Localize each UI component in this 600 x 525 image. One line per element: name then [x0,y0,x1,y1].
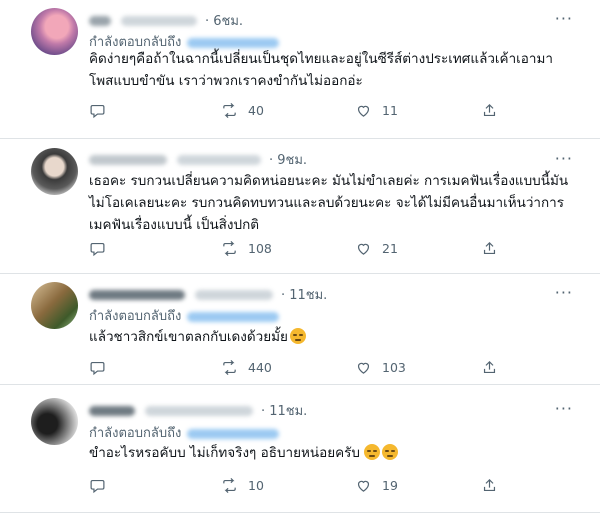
heart-icon [357,362,370,374]
like-button[interactable]: 19 [355,477,398,494]
handle-blurred[interactable] [176,154,261,165]
avatar[interactable] [31,148,78,195]
reply-icon [90,479,105,494]
reply-icon [90,242,105,257]
replying-to-label: กำลังตอบกลับถึง [89,426,182,441]
display-name-blurred[interactable] [89,154,167,165]
share-button[interactable] [481,102,498,119]
tweet-text: ขำอะไรหรอคับบ ไม่เก็ทจริงๆ อธิบายหน่อยคร… [89,442,569,464]
tired-face-icon [382,444,399,460]
tweet-text-content: แล้วชาวสิกข์เขาตลกกับเดงด้วยมั้ย [89,329,288,345]
replying-to: กำลังตอบกลับถึง [89,422,280,443]
reply-button[interactable] [89,359,106,376]
timestamp[interactable]: · 11ชม. [261,404,307,419]
reply-icon [90,361,105,376]
tweet-feed: · 6ชม. ··· กำลังตอบกลับถึง คิดง่ายๆคือถ้… [0,0,600,525]
retweet-count: 40 [248,103,264,118]
share-icon [483,241,496,255]
reply-handle-blurred[interactable] [187,37,280,48]
like-count: 11 [382,103,398,118]
tweet-text-content: ขำอะไรหรอคับบ ไม่เก็ทจริงๆ อธิบายหน่อยคร… [89,445,361,461]
reply-handle-blurred[interactable] [187,311,280,322]
like-button[interactable]: 11 [355,102,398,119]
more-icon[interactable]: ··· [555,401,573,417]
reply-handle-blurred[interactable] [187,428,280,439]
avatar[interactable] [31,8,78,55]
handle-blurred[interactable] [144,405,253,416]
tweet-header: · 9ชม. [89,149,307,170]
replying-to: กำลังตอบกลับถึง [89,305,280,326]
tweet-divider [0,512,600,513]
more-icon[interactable]: ··· [555,285,573,301]
tired-face-icon [364,444,381,460]
tweet-header: · 6ชม. [89,10,243,31]
handle-blurred[interactable] [194,289,273,300]
timestamp[interactable]: · 9ชม. [269,153,307,168]
tweet-text: เธอคะ รบกวนเปลี่ยนความคิดหน่อยนะคะ มันไม… [89,173,569,233]
retweet-icon [223,359,236,376]
tweet-header: · 11ชม. [89,400,307,421]
share-button[interactable] [481,359,498,376]
tweet-header: · 11ชม. [89,284,327,305]
reply-button[interactable] [89,240,106,257]
more-icon[interactable]: ··· [555,151,573,167]
like-count: 103 [382,360,406,375]
reply-button[interactable] [89,477,106,494]
avatar[interactable] [31,398,78,445]
like-count: 19 [382,478,398,493]
reply-button[interactable] [89,102,106,119]
tweet[interactable]: · 6ชม. ··· กำลังตอบกลับถึง คิดง่ายๆคือถ้… [0,0,600,138]
like-button[interactable]: 103 [355,359,406,376]
tweet-actions: 108 21 [89,240,509,260]
heart-icon [357,480,370,492]
display-name-blurred[interactable] [89,405,135,416]
timestamp[interactable]: · 11ชม. [281,288,327,303]
like-count: 21 [382,241,398,256]
like-button[interactable]: 21 [355,240,398,257]
share-icon [483,103,496,117]
retweet-icon [223,102,236,119]
tweet[interactable]: · 11ชม. ··· กำลังตอบกลับถึง แล้วชาวสิกข์… [0,274,600,384]
retweet-button[interactable]: 40 [221,102,264,119]
retweet-count: 10 [248,478,264,493]
heart-icon [357,243,370,255]
tweet-actions: 10 19 [89,477,509,497]
tweet-actions: 40 11 [89,102,509,122]
retweet-count: 108 [248,241,272,256]
retweet-icon [223,477,236,494]
tweet[interactable]: · 9ชม. ··· เธอคะ รบกวนเปลี่ยนความคิดหน่อ… [0,139,600,273]
timestamp[interactable]: · 6ชม. [205,14,243,29]
reply-icon [90,104,105,119]
retweet-icon [223,240,236,257]
share-icon [483,478,496,492]
retweet-button[interactable]: 10 [221,477,264,494]
tweet-text: คิดง่ายๆคือถ้าในฉากนี้เปลี่ยนเป็นชุดไทยแ… [89,51,553,89]
tweet-text: แล้วชาวสิกข์เขาตลกกับเดงด้วยมั้ย [89,326,569,348]
share-button[interactable] [481,477,498,494]
handle-blurred[interactable] [120,15,197,26]
retweet-button[interactable]: 440 [221,359,272,376]
display-name-blurred[interactable] [89,15,111,26]
display-name-blurred[interactable] [89,289,185,300]
tweet[interactable]: · 11ชม. ··· กำลังตอบกลับถึง ขำอะไรหรอคับ… [0,385,600,505]
retweet-button[interactable]: 108 [221,240,272,257]
more-icon[interactable]: ··· [555,11,573,27]
share-icon [483,360,496,374]
share-button[interactable] [481,240,498,257]
retweet-count: 440 [248,360,272,375]
heart-icon [357,105,370,117]
pensive-face-icon [289,328,306,344]
avatar[interactable] [31,282,78,329]
replying-to-label: กำลังตอบกลับถึง [89,309,182,324]
tweet-actions: 440 103 [89,359,509,379]
